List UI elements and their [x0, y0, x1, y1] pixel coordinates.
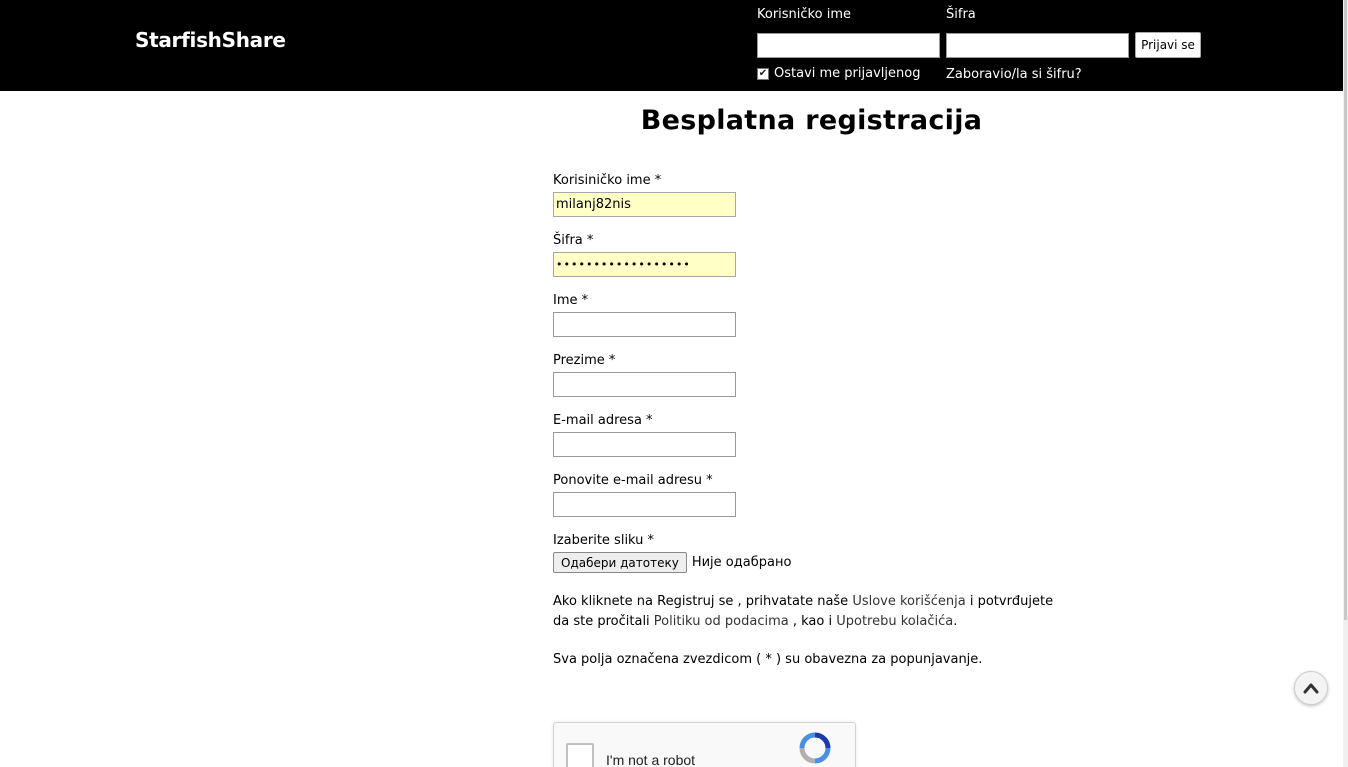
email-input[interactable]: [553, 432, 736, 457]
last-name-field: Prezime *: [553, 352, 1073, 397]
recaptcha-label: I'm not a robot: [606, 752, 696, 767]
password-input[interactable]: [553, 252, 736, 277]
scrollbar-thumb[interactable]: [1344, 0, 1347, 620]
image-label: Izaberite sliku *: [553, 533, 655, 548]
cookie-policy-link[interactable]: Upotrebu kolačića: [836, 614, 953, 629]
terms-part-1: Ako kliknete na Registruj se , prihvatat…: [553, 594, 853, 609]
scroll-to-top-button[interactable]: [1294, 671, 1328, 705]
email-field: E-mail adresa *: [553, 412, 1073, 457]
terms-text: Ako kliknete na Registruj se , prihvatat…: [553, 592, 1073, 632]
first-name-input[interactable]: [553, 312, 736, 337]
brand-logo[interactable]: StarfishShare: [135, 28, 286, 52]
email-label: E-mail adresa *: [553, 413, 653, 428]
terms-part-4: .: [953, 614, 958, 629]
username-field: Korisiničko ime *: [553, 172, 1073, 217]
username-field-label: Korisiničko ime *: [553, 173, 662, 188]
login-username-input[interactable]: [757, 33, 940, 58]
last-name-label: Prezime *: [553, 353, 616, 368]
page-title: Besplatna registracija: [640, 105, 983, 136]
terms-of-use-link[interactable]: Uslove korišćenja: [852, 594, 965, 609]
email-confirm-input[interactable]: [553, 492, 736, 517]
password-field: Šifra *: [553, 232, 1073, 277]
privacy-policy-link[interactable]: Politiku od podacima: [654, 614, 789, 629]
username-input[interactable]: [553, 192, 736, 217]
image-field: Izaberite sliku * Одабери датотеку Није …: [553, 532, 1073, 573]
chevron-up-icon: [1303, 683, 1319, 694]
remember-checkbox[interactable]: ✔: [757, 67, 769, 80]
last-name-input[interactable]: [553, 372, 736, 397]
recaptcha-widget: I'm not a robot: [553, 722, 856, 767]
choose-file-button[interactable]: Одабери датотеку: [553, 552, 687, 573]
remember-me[interactable]: ✔ Ostavi me prijavljenog: [757, 66, 920, 81]
file-picker: Одабери датотеку Није одабрано: [553, 552, 1073, 573]
login-password-input[interactable]: [946, 33, 1129, 58]
password-label: Šifra: [946, 7, 976, 22]
recaptcha-logo-icon: [799, 732, 831, 764]
password-field-label: Šifra *: [553, 233, 594, 248]
terms-part-3: , kao i: [788, 614, 837, 629]
login-button[interactable]: Prijavi se: [1135, 32, 1201, 58]
file-status: Није одабрано: [691, 555, 792, 570]
remember-label: Ostavi me prijavljenog: [774, 66, 921, 81]
top-bar: StarfishShare Korisničko ime Šifra Prija…: [0, 0, 1343, 91]
username-label: Korisničko ime: [757, 7, 851, 22]
first-name-field: Ime *: [553, 292, 1073, 337]
recaptcha-checkbox[interactable]: [566, 743, 594, 767]
email-confirm-field: Ponovite e-mail adresu *: [553, 472, 1073, 517]
email-confirm-label: Ponovite e-mail adresu *: [553, 473, 713, 488]
required-note: Sva polja označena zvezdicom ( * ) su ob…: [553, 652, 983, 667]
registration-form: Korisiničko ime * Šifra * Ime * Prezime …: [553, 172, 1073, 667]
forgot-password-link[interactable]: Zaboravio/la si šifru?: [946, 67, 1082, 82]
first-name-label: Ime *: [553, 293, 589, 308]
